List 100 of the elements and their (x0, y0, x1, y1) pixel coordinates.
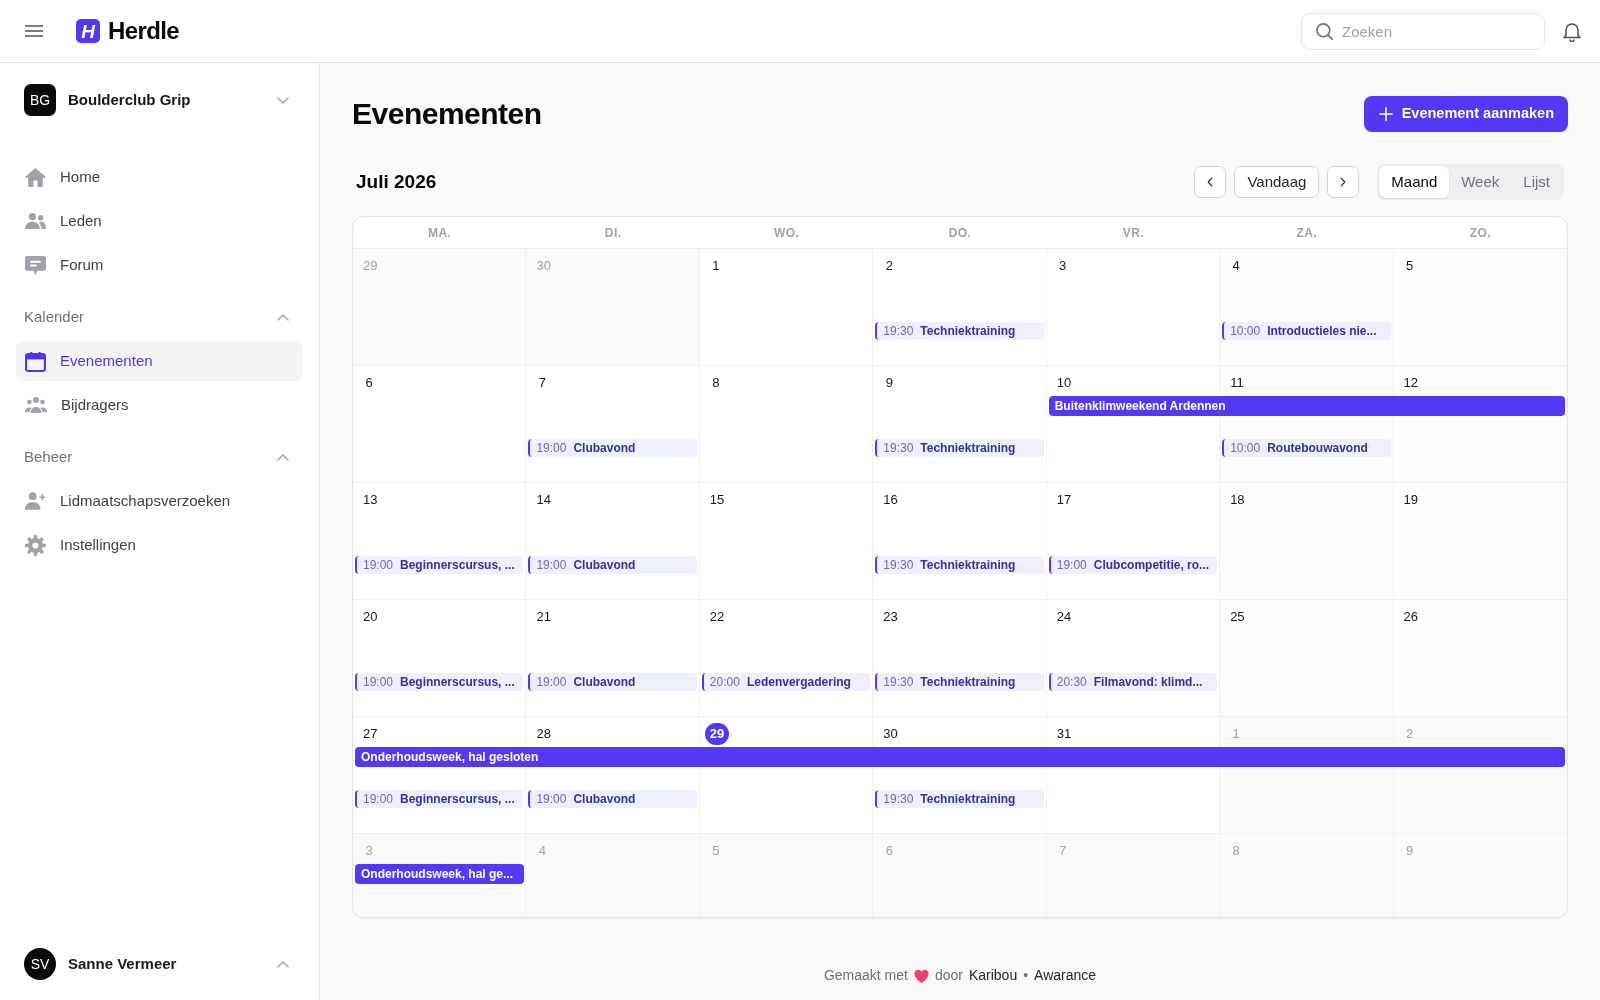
day-number: 22 (708, 608, 726, 627)
sidebar-item[interactable]: Home (16, 157, 303, 197)
day-number: 16 (882, 491, 899, 510)
user-name: Sanne Vermeer (68, 953, 177, 974)
sidebar-item[interactable]: Leden (16, 201, 303, 241)
sidebar-item[interactable]: Forum (16, 245, 303, 285)
event-banner[interactable]: Onderhoudsweek, hal ge... (355, 864, 525, 884)
create-event-button[interactable]: Evenement aanmaken (1363, 96, 1568, 132)
sidebar-item[interactable]: Evenementen (16, 341, 303, 381)
day-number: 3 (1058, 257, 1068, 276)
view-tab[interactable]: Week (1449, 166, 1512, 198)
bell-icon[interactable] (1563, 20, 1581, 42)
chevron-down-icon[interactable] (277, 96, 289, 104)
event-chip[interactable]: 10:00 Routebouwavond (1222, 439, 1391, 457)
event-chip[interactable]: 19:00 Beginnerscursus, ... (355, 556, 524, 574)
previous-month-button[interactable] (1194, 166, 1227, 198)
day-number: 1 (1231, 725, 1241, 744)
event-chip[interactable]: 19:30 Techniektraining (875, 556, 1044, 574)
chevron-left-icon (1207, 177, 1214, 187)
event-chip[interactable]: 20:30 Filmavond: klimd... (1048, 673, 1218, 691)
sidebar-section-title: Kalender (24, 306, 85, 327)
footer-link[interactable]: Awarance (1034, 964, 1097, 986)
day-number: 25 (1229, 608, 1246, 627)
today-button[interactable]: Vandaag (1234, 166, 1320, 198)
event-chip[interactable]: 19:00 Beginnerscursus, ... (355, 673, 524, 691)
organization-avatar: BG (24, 84, 56, 116)
weekday-label: ZA. (1296, 224, 1318, 242)
event-chip[interactable]: 20:00 Ledenvergadering (701, 673, 871, 691)
sidebar-item[interactable]: Instellingen (16, 525, 303, 565)
user-plus-icon (25, 492, 46, 510)
day-number: 4 (537, 842, 548, 861)
users-icon (25, 213, 46, 229)
day-number: 29 (704, 723, 730, 745)
day-number: 7 (537, 374, 548, 393)
weekday-label: MA. (428, 224, 452, 242)
event-banner[interactable]: Buitenklimweekend Ardennen (1048, 396, 1565, 416)
weekday-label: WO. (773, 224, 800, 242)
weekday-label: DO. (948, 224, 972, 242)
day-number: 1 (711, 257, 721, 276)
day-number: 10 (1055, 374, 1073, 393)
sidebar-item[interactable]: Bijdragers (16, 385, 303, 425)
day-number: 31 (1055, 725, 1073, 744)
brand-name: Herdle (108, 16, 180, 46)
footer-credit: Gemaakt met door Karibou • Awarance (823, 964, 1097, 986)
day-number: 2 (1404, 725, 1415, 744)
calendar-icon (25, 350, 46, 372)
day-number: 30 (535, 257, 552, 276)
event-chip[interactable]: 19:00 Clubavond (528, 556, 697, 574)
month-title: Juli 2026 (355, 170, 437, 194)
gear-icon (25, 534, 46, 556)
day-number: 17 (1055, 491, 1073, 510)
footer-link[interactable]: Karibou (968, 964, 1018, 986)
event-chip[interactable]: 19:00 Clubavond (528, 439, 697, 457)
day-number: 15 (708, 491, 726, 510)
search-icon (1316, 22, 1333, 40)
weekday-label: VR. (1122, 224, 1145, 242)
event-chip[interactable]: 10:00 Introductieles nie... (1222, 322, 1391, 340)
day-number: 6 (884, 842, 894, 861)
event-banner[interactable]: Onderhoudsweek, hal gesloten (355, 747, 1565, 767)
day-number: 23 (882, 608, 899, 627)
heart-icon (913, 967, 929, 983)
page-title: Evenementen (352, 99, 542, 129)
day-number: 19 (1402, 491, 1420, 510)
day-number: 8 (1231, 842, 1241, 861)
chevron-up-icon[interactable] (277, 313, 289, 321)
search-field[interactable]: Zoeken (1301, 12, 1545, 50)
day-number: 26 (1402, 608, 1420, 627)
event-chip[interactable]: 19:30 Techniektraining (875, 322, 1044, 340)
view-tab[interactable]: Lijst (1511, 166, 1562, 198)
event-chip[interactable]: 19:00 Clubavond (528, 673, 697, 691)
day-number: 3 (364, 842, 374, 861)
day-number: 4 (1231, 257, 1241, 276)
event-chip[interactable]: 19:30 Techniektraining (875, 673, 1044, 691)
day-number: 6 (364, 374, 374, 393)
chevron-up-icon[interactable] (277, 960, 289, 968)
day-number: 24 (1055, 608, 1073, 627)
plus-icon (1378, 107, 1393, 121)
group-icon (25, 397, 47, 413)
search-input[interactable]: Zoeken (1342, 19, 1532, 43)
view-tab[interactable]: Maand (1379, 166, 1450, 198)
house-icon (25, 167, 46, 187)
event-chip[interactable]: 19:00 Clubcompetitie, ro... (1048, 556, 1218, 574)
event-chip[interactable]: 19:30 Techniektraining (875, 439, 1044, 457)
day-number: 9 (884, 374, 894, 393)
day-number: 27 (362, 725, 379, 744)
sidebar-item[interactable]: Lidmaatschapsverzoeken (16, 481, 303, 521)
logo-mark: H (76, 19, 100, 43)
chat-bubble-icon (25, 255, 46, 275)
next-month-button[interactable] (1327, 166, 1360, 198)
sidebar-section-title: Beheer (24, 446, 73, 467)
weekday-label: DI. (604, 224, 622, 242)
weekday-label: ZO. (1469, 224, 1491, 242)
day-number: 9 (1404, 842, 1415, 861)
chevron-up-icon[interactable] (277, 453, 289, 461)
day-number: 28 (535, 725, 552, 744)
event-chip[interactable]: 19:30 Techniektraining (875, 790, 1044, 808)
event-chip[interactable]: 19:00 Clubavond (528, 790, 697, 808)
event-chip[interactable]: 19:00 Beginnerscursus, ... (355, 790, 524, 808)
menu-icon[interactable] (25, 25, 43, 37)
day-number: 20 (362, 608, 379, 627)
